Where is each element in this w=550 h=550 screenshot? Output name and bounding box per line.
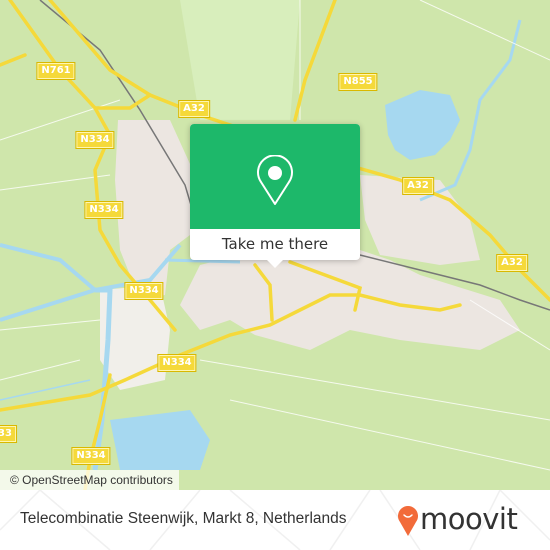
road-label-n761: N761 bbox=[36, 62, 76, 80]
map[interactable]: N761 A32 N855 N334 N334 A32 A32 N334 N33… bbox=[0, 0, 550, 490]
road-label-a32: A32 bbox=[402, 177, 434, 195]
moovit-pin-smile-icon bbox=[398, 506, 418, 536]
road-label-n334: N334 bbox=[124, 282, 164, 300]
map-pin-icon bbox=[257, 155, 293, 205]
harbor-water bbox=[110, 410, 210, 470]
road-label-a32: A32 bbox=[178, 100, 210, 118]
road-label-n334: N334 bbox=[157, 354, 197, 372]
footer: Telecombinatie Steenwijk, Markt 8, Nethe… bbox=[0, 490, 550, 550]
popup-tail bbox=[266, 259, 284, 268]
road-label-a32: A32 bbox=[496, 254, 528, 272]
road-label-n333: 33 bbox=[0, 425, 17, 443]
moovit-wordmark: moovit bbox=[420, 502, 518, 536]
popup-header bbox=[190, 124, 360, 229]
road-label-n334: N334 bbox=[71, 447, 111, 465]
location-popup: Take me there bbox=[190, 124, 360, 268]
address-text: Telecombinatie Steenwijk, Markt 8, Nethe… bbox=[20, 510, 347, 527]
road-label-n334: N334 bbox=[75, 131, 115, 149]
map-attribution[interactable]: © OpenStreetMap contributors bbox=[0, 470, 179, 490]
road-label-n334: N334 bbox=[84, 201, 124, 219]
take-me-there-button[interactable]: Take me there bbox=[190, 229, 360, 260]
road-label-n855: N855 bbox=[338, 73, 378, 91]
